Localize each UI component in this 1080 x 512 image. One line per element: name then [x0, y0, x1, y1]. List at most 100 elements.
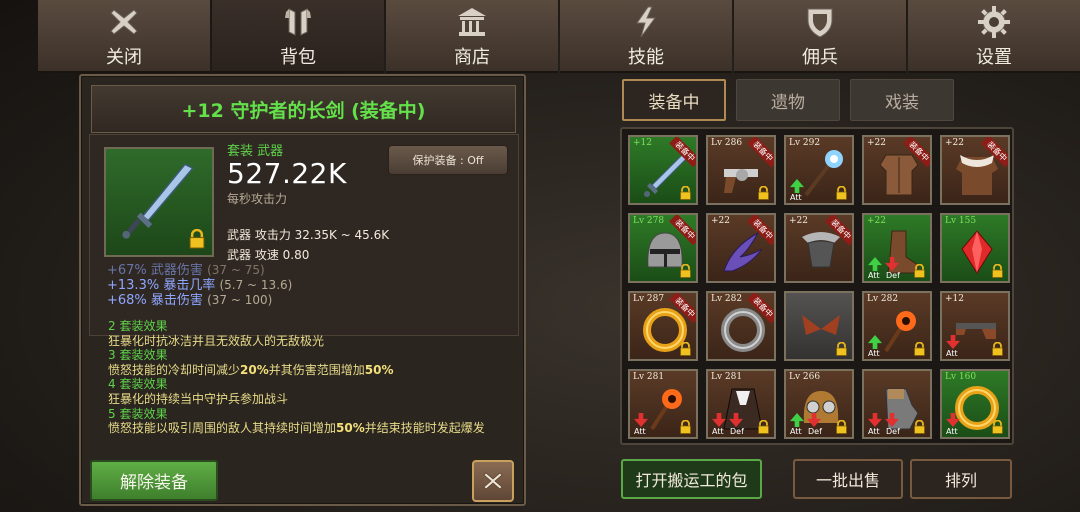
- inventory-slot[interactable]: Lv 282 Att: [862, 291, 932, 361]
- item-level: +22: [711, 216, 730, 226]
- arrow-down-icon: [885, 413, 899, 427]
- inventory-slot[interactable]: +22 装备中: [784, 213, 854, 283]
- protect-toggle-button[interactable]: 保护装备 : Off: [388, 145, 508, 175]
- att-label: Att: [868, 271, 880, 280]
- inventory-slot[interactable]: Lv 281 Att Def: [706, 369, 776, 439]
- inventory-slot[interactable]: Lv 282 装备中: [706, 291, 776, 361]
- inventory-slot[interactable]: Lv 287 装备中: [628, 291, 698, 361]
- att-label: Att: [634, 427, 646, 436]
- armor-icon: [285, 8, 311, 36]
- inventory-slot[interactable]: Lv 155: [940, 213, 1010, 283]
- item-level: +12: [633, 138, 652, 148]
- item-level: +12: [945, 294, 964, 304]
- bulk-sell-button[interactable]: 一批出售: [793, 459, 903, 499]
- inventory-slot[interactable]: +12 装备中: [628, 135, 698, 205]
- def-label: Def: [886, 427, 900, 436]
- set-effect-heading: 4 套装效果: [108, 377, 168, 392]
- lock-icon: [836, 420, 847, 434]
- att-label: Att: [790, 427, 802, 436]
- arrow-down-icon: [807, 413, 821, 427]
- inventory-slot[interactable]: +22 装备中: [862, 135, 932, 205]
- nav-tab-close[interactable]: 关闭: [38, 0, 210, 73]
- inventory-slot[interactable]: Lv 292 Att: [784, 135, 854, 205]
- lock-icon: [189, 229, 205, 249]
- arrow-down-icon: [712, 413, 726, 427]
- item-level: Lv 160: [945, 372, 977, 382]
- item-level: Lv 287: [633, 294, 665, 304]
- arrow-down-icon: [946, 335, 960, 349]
- def-label: Def: [730, 427, 744, 436]
- inventory-slot[interactable]: Lv 160 Att: [940, 369, 1010, 439]
- arrow-up-icon: [868, 335, 882, 349]
- close-x-icon: [110, 9, 138, 35]
- item-level: +22: [789, 216, 808, 226]
- inventory-slot[interactable]: [784, 291, 854, 361]
- item-level: Lv 286: [711, 138, 743, 148]
- nav-tab-label: 商店: [454, 47, 490, 68]
- set-effect-value: 20%: [240, 362, 269, 377]
- item-level: +22: [867, 138, 886, 148]
- lock-icon: [992, 420, 1003, 434]
- inventory-slot[interactable]: Lv 266 Att Def: [784, 369, 854, 439]
- nav-tab-label: 技能: [628, 47, 664, 68]
- bonus-line: +68% 暴击伤害 (37 ~ 100): [107, 289, 272, 308]
- tab-equipped[interactable]: 装备中: [622, 79, 726, 121]
- item-dps: 527.22K: [227, 157, 347, 190]
- lock-icon: [680, 342, 691, 356]
- nav-tab-label: 背包: [280, 47, 316, 68]
- arrow-down-icon: [868, 413, 882, 427]
- weapon-attack-stat: 武器 攻击力 32.35K ~ 45.6K: [227, 228, 390, 242]
- def-label: Def: [808, 427, 822, 436]
- tab-costume[interactable]: 戏装: [850, 79, 954, 121]
- inventory-slot[interactable]: +22 Att Def: [862, 213, 932, 283]
- lock-icon: [914, 420, 925, 434]
- open-carrier-bag-button[interactable]: 打开搬运工的包: [621, 459, 762, 499]
- item-level: Lv 266: [789, 372, 821, 382]
- nav-tab-mercenary[interactable]: 佣兵: [734, 0, 906, 73]
- lock-icon: [992, 342, 1003, 356]
- tab-relics[interactable]: 遗物: [736, 79, 840, 121]
- nav-tab-label: 佣兵: [802, 47, 838, 68]
- unequip-button[interactable]: 解除装备: [90, 460, 218, 501]
- lock-icon: [680, 420, 691, 434]
- att-label: Att: [790, 193, 802, 202]
- inventory-slot[interactable]: +22 装备中: [940, 135, 1010, 205]
- inventory-grid: +12 装备中 Lv 286 装备中 Lv 292 Att +22 装备中 +22 装备中 Lv 2…: [620, 127, 1014, 445]
- set-effect-heading: 3 套装效果: [108, 348, 168, 363]
- set-effect-part: 并结束技能时发起爆发: [364, 421, 485, 436]
- inventory-slot[interactable]: +22 装备中: [706, 213, 776, 283]
- sort-button[interactable]: 排列: [910, 459, 1012, 499]
- nav-tab-label: 关闭: [106, 47, 142, 68]
- nav-tab-shop[interactable]: 商店: [386, 0, 558, 73]
- item-icon: [104, 147, 214, 257]
- att-label: Att: [712, 427, 724, 436]
- item-level: Lv 278: [633, 216, 665, 226]
- set-effect-value: 50%: [336, 421, 365, 436]
- nav-tab-settings[interactable]: 设置: [908, 0, 1080, 73]
- inventory-slot[interactable]: Lv 278 装备中: [628, 213, 698, 283]
- att-label: Att: [946, 427, 958, 436]
- set-effect-part: 愤怒技能以吸引周围的敌人其持续时间增加: [108, 421, 337, 436]
- set-effects: 2 套装效果 狂暴化时抗冰洁并且无效敌人的无敌极光 3 套装效果 愤怒技能的冷却…: [108, 319, 508, 436]
- inventory-slot[interactable]: Lv 281 Att: [628, 369, 698, 439]
- set-effect-text: 狂暴化时抗冰洁并且无效敌人的无敌极光: [108, 333, 325, 348]
- set-effect-part: 愤怒技能的冷却时间减少: [108, 362, 241, 377]
- lock-icon: [836, 342, 847, 356]
- item-level: Lv 155: [945, 216, 977, 226]
- att-label: Att: [868, 349, 880, 358]
- bonus-range: (37 ~ 100): [207, 293, 273, 307]
- close-detail-button[interactable]: [472, 460, 514, 502]
- lock-icon: [680, 264, 691, 278]
- item-detail-panel: +12 守护者的长剑 (装备中) 套装 武器 527.22K 每秒攻击力 保护装…: [79, 74, 526, 506]
- item-level: Lv 282: [711, 294, 743, 304]
- lock-icon: [758, 420, 769, 434]
- inventory-slot[interactable]: Att Def: [862, 369, 932, 439]
- item-level: Lv 281: [633, 372, 665, 382]
- inventory-slot[interactable]: Lv 286 装备中: [706, 135, 776, 205]
- set-effect-heading: 5 套装效果: [108, 406, 168, 421]
- nav-tab-skills[interactable]: 技能: [560, 0, 732, 73]
- lock-icon: [836, 186, 847, 200]
- lock-icon: [914, 342, 925, 356]
- inventory-slot[interactable]: +12 Att: [940, 291, 1010, 361]
- nav-tab-bag[interactable]: 背包: [212, 0, 384, 73]
